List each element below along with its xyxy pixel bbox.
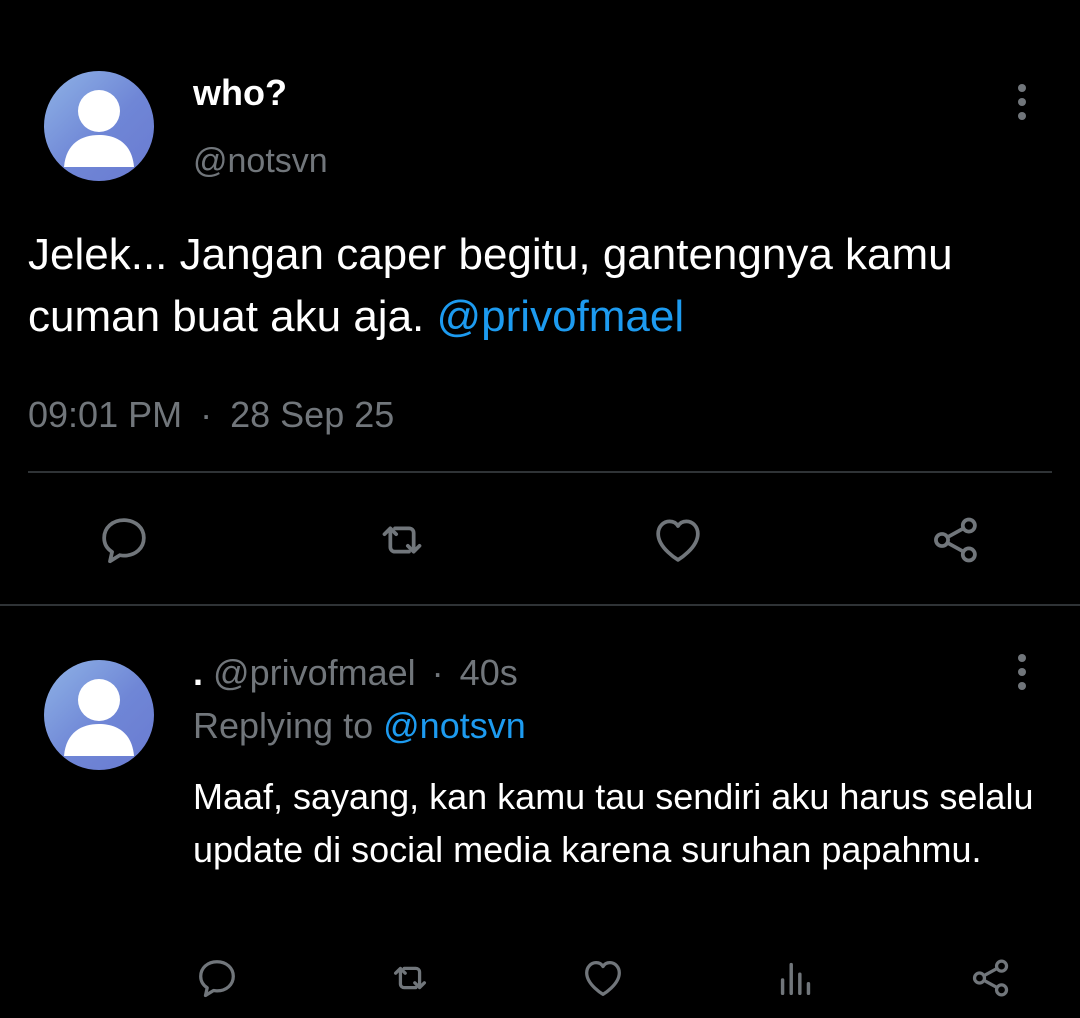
tweet-time: 09:01 PM — [28, 394, 183, 435]
reply-retweet-button[interactable] — [380, 948, 440, 1008]
replying-to: Replying to @notsvn — [193, 705, 526, 747]
reply-separator: · — [431, 652, 444, 693]
default-avatar-icon — [64, 90, 134, 167]
reply-share-button[interactable] — [961, 948, 1021, 1008]
meta-separator: · — [200, 394, 213, 435]
like-icon — [656, 519, 700, 562]
tweet-date: 28 Sep 25 — [230, 394, 395, 435]
share-icon — [934, 517, 977, 563]
views-icon — [780, 962, 811, 996]
reply-more-options-button[interactable] — [1007, 650, 1037, 694]
divider — [28, 471, 1052, 473]
tweet-timestamp[interactable]: 09:01 PM · 28 Sep 25 — [28, 394, 394, 436]
reply-display-name[interactable]: . — [193, 652, 203, 693]
reply-like-button[interactable] — [573, 948, 633, 1008]
reply-icon — [199, 960, 235, 998]
reply-button[interactable] — [94, 510, 154, 570]
like-icon — [585, 961, 621, 996]
reply-reply-button[interactable] — [187, 948, 247, 1008]
default-avatar-icon — [64, 679, 134, 756]
reply-age: 40s — [459, 652, 518, 693]
more-options-button[interactable] — [1007, 80, 1037, 124]
more-vertical-icon — [1018, 654, 1026, 662]
reply-header: . @privofmael · 40s — [193, 652, 518, 694]
display-name[interactable]: who? — [193, 72, 287, 114]
reply-avatar[interactable] — [44, 660, 154, 770]
retweet-icon — [382, 526, 422, 554]
retweet-button[interactable] — [372, 510, 432, 570]
avatar[interactable] — [44, 71, 154, 181]
tweet-text: Jelek... Jangan caper begitu, gantengnya… — [28, 224, 1058, 348]
divider — [0, 604, 1080, 606]
reply-handle[interactable]: @privofmael — [213, 652, 416, 693]
reply-icon — [102, 518, 146, 564]
reply-text: Maaf, sayang, kan kamu tau sendiri aku h… — [193, 776, 1034, 870]
replying-to-label: Replying to — [193, 705, 374, 746]
mention-link[interactable]: @privofmael — [437, 292, 685, 341]
share-icon — [972, 959, 1009, 997]
like-button[interactable] — [648, 510, 708, 570]
replying-to-handle[interactable]: @notsvn — [383, 705, 526, 746]
share-button[interactable] — [926, 510, 986, 570]
retweet-icon — [393, 966, 427, 990]
more-vertical-icon — [1018, 84, 1026, 92]
reply-views-button[interactable] — [766, 948, 826, 1008]
user-handle[interactable]: @notsvn — [193, 142, 328, 181]
